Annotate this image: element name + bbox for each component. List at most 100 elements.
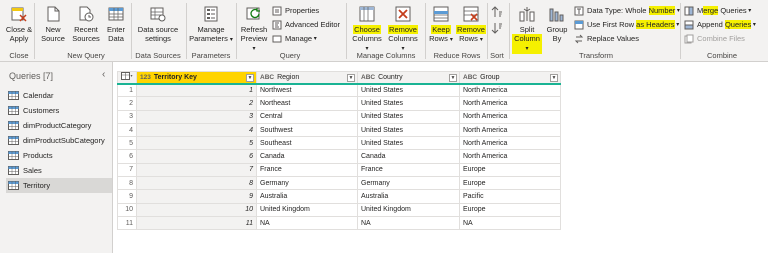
column-header-region[interactable]: ABC Region ▼ [256,71,358,85]
cell-country[interactable]: United States [357,136,460,151]
row-number[interactable]: 2 [117,96,137,111]
table-menu-button[interactable] [117,71,137,85]
row-number[interactable]: 9 [117,189,137,204]
use-first-row-headers-button[interactable]: Use First Row as Headers ▾ [574,20,679,30]
new-source-button[interactable]: New Source [39,5,67,43]
row-number[interactable]: 5 [117,136,137,151]
cell-group[interactable]: Pacific [459,189,561,204]
cell-group[interactable]: North America [459,149,561,164]
cell-territory-key[interactable]: 1 [136,82,257,98]
refresh-icon [246,7,260,20]
column-header-group[interactable]: ABC Group ▼ [459,71,561,85]
cell-country[interactable]: United Kingdom [357,202,460,217]
append-queries-button[interactable]: Append Queries ▾ [684,20,756,30]
cell-group[interactable]: Europe [459,162,561,178]
advanced-editor-button[interactable]: Advanced Editor [272,20,340,30]
query-item-territory[interactable]: Territory [6,178,112,193]
split-column-button[interactable]: Split Column ▾ [512,5,542,54]
cell-territory-key[interactable]: 4 [136,122,257,138]
cell-territory-key[interactable]: 2 [136,96,257,111]
refresh-preview-button[interactable]: Refresh Preview ▾ [239,5,269,54]
cell-country[interactable]: United States [357,96,460,111]
properties-button[interactable]: Properties [272,6,319,16]
cell-territory-key[interactable]: 6 [136,149,257,164]
combine-files-button[interactable]: Combine Files [684,34,745,44]
cell-territory-key[interactable]: 7 [136,162,257,178]
keep-rows-button[interactable]: Keep Rows ▾ [427,5,455,45]
cell-region[interactable]: France [256,162,358,178]
manage-query-button[interactable]: Manage ▾ [272,34,317,44]
cell-territory-key[interactable]: 11 [136,215,257,231]
query-item-dimproductcategory[interactable]: dimProductCategory [6,118,112,133]
column-header-country[interactable]: ABC Country ▼ [357,71,460,85]
cell-country[interactable]: United States [357,109,460,124]
column-header-territory-key[interactable]: 123 Territory Key ▼ [136,71,257,85]
row-number[interactable]: 4 [117,122,137,138]
cell-territory-key[interactable]: 5 [136,136,257,151]
cell-group[interactable]: NA [459,215,561,231]
close-apply-button[interactable]: Close & Apply [4,5,34,43]
cell-territory-key[interactable]: 8 [136,176,257,191]
cell-region[interactable]: NA [256,215,358,231]
remove-rows-label-2: Rows ▾ [459,34,483,43]
recent-sources-button[interactable]: Recent Sources [70,5,102,43]
cell-region[interactable]: Northeast [256,96,358,111]
cell-group[interactable]: Europe [459,176,561,191]
choose-columns-button[interactable]: Choose Columns ▾ [350,5,384,54]
collapse-pane-icon[interactable]: ‹ [102,69,105,80]
cell-group[interactable]: North America [459,109,561,124]
cell-country[interactable]: France [357,162,460,178]
row-number[interactable]: 11 [117,215,137,231]
cell-region[interactable]: Southwest [256,122,358,138]
query-item-sales[interactable]: Sales [6,163,112,178]
column-filter-dropdown-icon[interactable]: ▼ [347,74,355,82]
cell-region[interactable]: Canada [256,149,358,164]
row-number[interactable]: 3 [117,109,137,124]
row-number[interactable]: 6 [117,149,137,164]
cell-region[interactable]: Southeast [256,136,358,151]
enter-data-button[interactable]: Enter Data [104,5,128,43]
sort-descending-icon[interactable] [491,22,503,34]
cell-group[interactable]: North America [459,136,561,151]
cell-territory-key[interactable]: 9 [136,189,257,204]
cell-region[interactable]: Northwest [256,82,358,98]
cell-country[interactable]: Australia [357,189,460,204]
cell-region[interactable]: Germany [256,176,358,191]
remove-rows-button[interactable]: Remove Rows ▾ [456,5,486,45]
data-type-dropdown[interactable]: Data Type: Whole Number ▾ [574,6,680,16]
column-filter-dropdown-icon[interactable]: ▼ [449,74,457,82]
data-source-settings-button[interactable]: Data source settings [134,5,182,43]
replace-values-button[interactable]: Replace Values [574,34,639,44]
row-number[interactable]: 8 [117,176,137,191]
cell-country[interactable]: United States [357,122,460,138]
cell-territory-key[interactable]: 3 [136,109,257,124]
query-item-calendar[interactable]: Calendar [6,88,112,103]
query-item-products[interactable]: Products [6,148,112,163]
cell-territory-key[interactable]: 10 [136,202,257,217]
cell-country[interactable]: Germany [357,176,460,191]
group-by-button[interactable]: Group By [544,5,570,43]
row-number[interactable]: 10 [117,202,137,217]
query-item-dimproductsubcategory[interactable]: dimProductSubCategory [6,133,112,148]
sort-ascending-icon[interactable] [491,6,503,18]
column-filter-dropdown-icon[interactable]: ▼ [246,74,254,82]
cell-group[interactable]: Europe [459,202,561,217]
cell-country[interactable]: Canada [357,149,460,164]
cell-group[interactable]: North America [459,122,561,138]
cell-region[interactable]: United Kingdom [256,202,358,217]
column-filter-dropdown-icon[interactable]: ▼ [550,74,558,82]
query-item-label: Territory [23,181,51,190]
cell-country[interactable]: United States [357,82,460,98]
row-number[interactable]: 7 [117,162,137,178]
merge-queries-button[interactable]: Merge Queries ▾ [684,6,751,16]
manage-parameters-button[interactable]: Manage Parameters ▾ [189,5,233,45]
table-menu-icon [121,72,133,81]
row-number[interactable]: 1 [117,82,137,98]
cell-group[interactable]: North America [459,82,561,98]
cell-group[interactable]: North America [459,96,561,111]
cell-region[interactable]: Australia [256,189,358,204]
cell-country[interactable]: NA [357,215,460,231]
cell-region[interactable]: Central [256,109,358,124]
remove-columns-button[interactable]: Remove Columns ▾ [386,5,420,54]
query-item-customers[interactable]: Customers [6,103,112,118]
